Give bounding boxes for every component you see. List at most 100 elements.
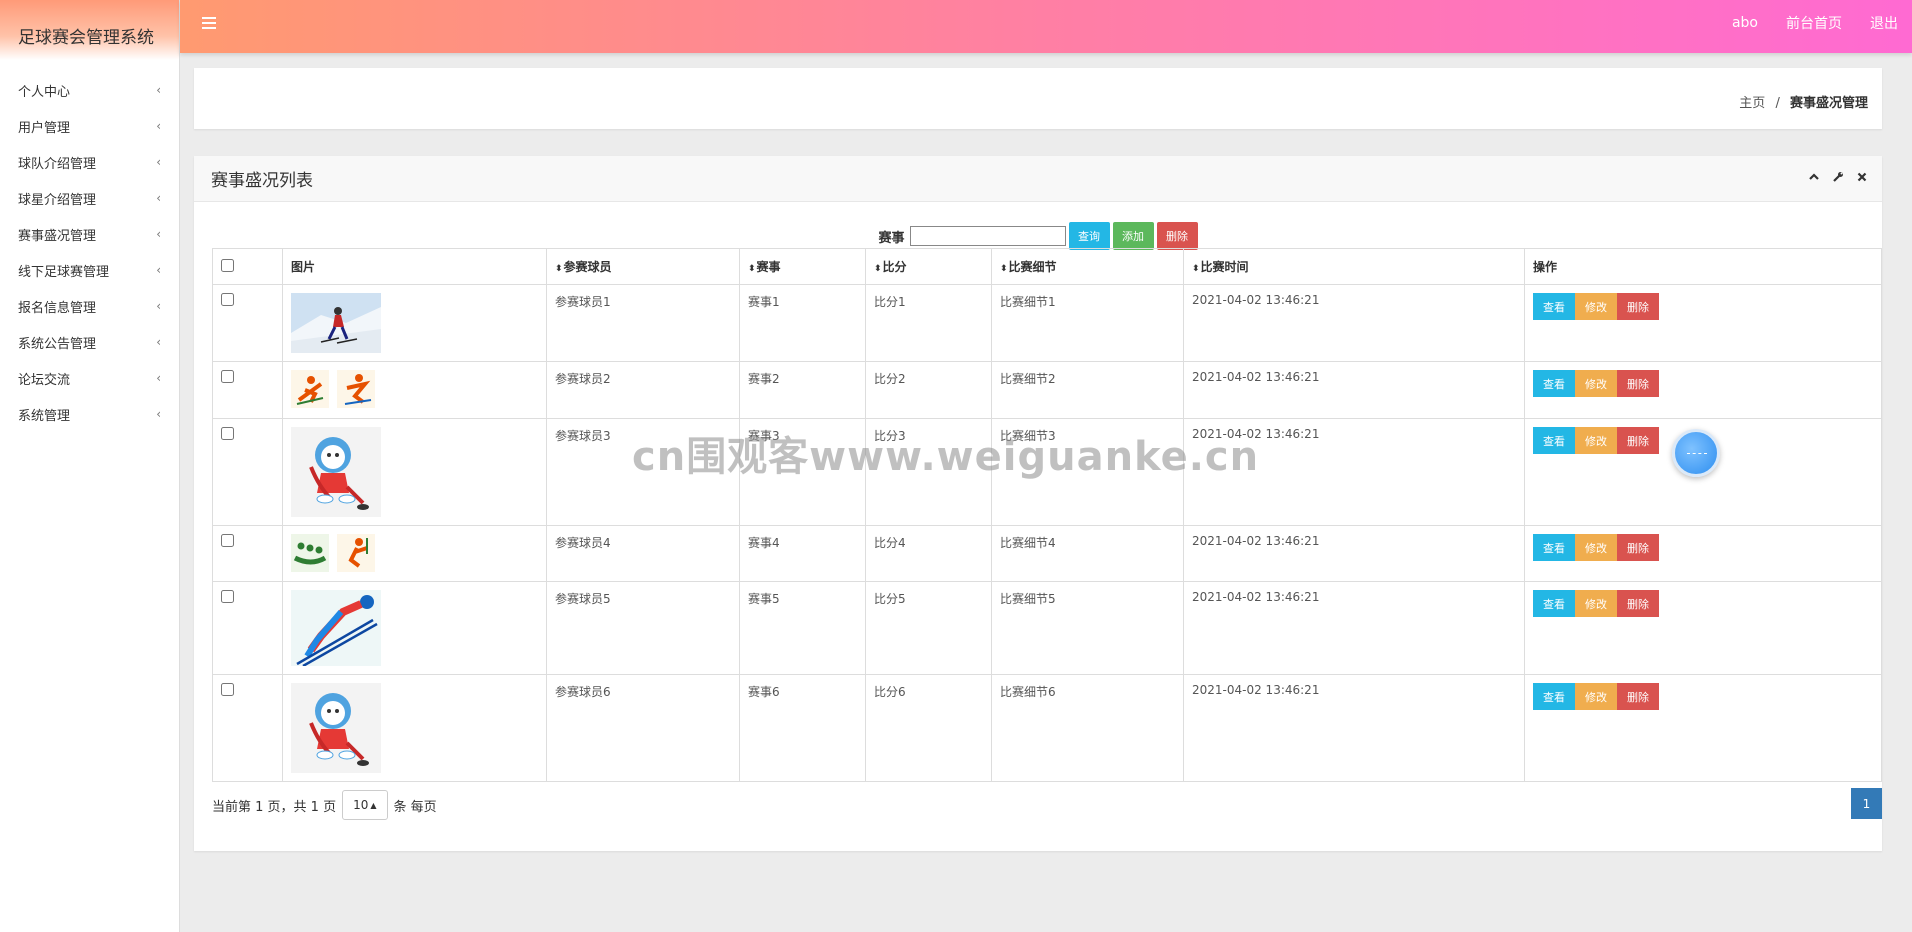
edit-button[interactable]: 修改	[1575, 427, 1617, 454]
chevron-left-icon: ‹	[156, 227, 161, 241]
row-checkbox[interactable]	[221, 683, 234, 696]
sidebar-item-label: 线下足球赛管理	[18, 264, 110, 280]
event-search-input[interactable]	[909, 226, 1066, 246]
chevron-left-icon: ‹	[156, 335, 161, 349]
sidebar-item-star-management[interactable]: 球星介绍管理 ‹	[0, 180, 179, 216]
view-button[interactable]: 查看	[1533, 534, 1575, 561]
player-cell: 参赛球员5	[546, 581, 740, 675]
row-checkbox[interactable]	[221, 534, 234, 547]
detail-cell: 比赛细节6	[991, 674, 1184, 782]
username-link[interactable]: abo	[1732, 15, 1758, 31]
sidebar-item-label: 系统管理	[18, 408, 71, 424]
ski-jump-thumbnail[interactable]	[291, 590, 381, 666]
hamburger-menu-icon[interactable]	[202, 17, 216, 31]
page-button-1[interactable]: 1	[1851, 788, 1882, 819]
chevron-left-icon: ‹	[156, 371, 161, 385]
edit-button[interactable]: 修改	[1575, 590, 1617, 617]
breadcrumb-separator: /	[1775, 96, 1780, 111]
edit-button[interactable]: 修改	[1575, 534, 1617, 561]
delete-button[interactable]: 删除	[1617, 370, 1659, 397]
skier-photo-thumbnail[interactable]	[291, 293, 381, 353]
sidebar-item-label: 赛事盛况管理	[18, 228, 97, 244]
frontend-home-link[interactable]: 前台首页	[1786, 13, 1842, 33]
search-label: 赛事	[878, 230, 905, 246]
edit-button[interactable]: 修改	[1575, 683, 1617, 710]
image-cell	[282, 418, 547, 526]
view-button[interactable]: 查看	[1533, 427, 1575, 454]
header-time[interactable]: ⬍比赛时间	[1183, 248, 1525, 285]
delete-button[interactable]: 删除	[1617, 534, 1659, 561]
close-icon[interactable]	[1856, 171, 1868, 186]
sidebar-item-event-management[interactable]: 赛事盛况管理 ‹	[0, 216, 179, 252]
delete-button[interactable]: 删除	[1617, 683, 1659, 710]
add-button[interactable]: 添加	[1112, 222, 1154, 250]
sidebar-item-announcement[interactable]: 系统公告管理 ‹	[0, 324, 179, 360]
header-detail[interactable]: ⬍比赛细节	[991, 248, 1184, 285]
view-button[interactable]: 查看	[1533, 293, 1575, 320]
select-all-checkbox[interactable]	[221, 258, 234, 272]
breadcrumb-home[interactable]: 主页	[1739, 96, 1765, 111]
search-bar: 赛事 查询 添加 删除	[194, 222, 1882, 250]
floating-assistant-ball[interactable]	[1672, 429, 1720, 477]
row-checkbox[interactable]	[221, 370, 234, 383]
image-cell	[282, 525, 547, 582]
row-checkbox[interactable]	[221, 427, 234, 440]
detail-cell: 比赛细节4	[991, 525, 1184, 582]
view-button[interactable]: 查看	[1533, 683, 1575, 710]
score-cell: 比分3	[865, 418, 992, 526]
view-button[interactable]: 查看	[1533, 370, 1575, 397]
header-score[interactable]: ⬍比分	[865, 248, 992, 285]
header-image: 图片	[282, 248, 547, 285]
edit-button[interactable]: 修改	[1575, 293, 1617, 320]
header-event[interactable]: ⬍赛事	[739, 248, 866, 285]
sidebar-nav: 个人中心 ‹ 用户管理 ‹ 球队介绍管理 ‹ 球星介绍管理 ‹ 赛事盛况管理 ‹ 线下足球…	[0, 60, 179, 432]
breadcrumb: 主页 / 赛事盛况管理	[1739, 92, 1868, 111]
chevron-left-icon: ‹	[156, 407, 161, 421]
event-cell: 赛事6	[739, 674, 866, 782]
page-size-dropdown[interactable]: 10 ▲	[342, 790, 388, 820]
sidebar-item-registration[interactable]: 报名信息管理 ‹	[0, 288, 179, 324]
panel-header: 赛事盛况列表	[194, 156, 1882, 202]
score-cell: 比分5	[865, 581, 992, 675]
event-cell: 赛事2	[739, 361, 866, 419]
sidebar-item-personal-center[interactable]: 个人中心 ‹	[0, 72, 179, 108]
bobsled-pictograms-thumbnail[interactable]	[291, 534, 538, 572]
panel-tools	[1808, 171, 1868, 186]
event-cell: 赛事5	[739, 581, 866, 675]
time-cell: 2021-04-02 13:46:21	[1183, 525, 1525, 582]
table-row: 参赛球员6 赛事6 比分6 比赛细节6 2021-04-02 13:46:21 …	[212, 674, 1882, 782]
hockey-mascot-thumbnail[interactable]	[291, 683, 381, 773]
row-checkbox[interactable]	[221, 293, 234, 306]
chevron-left-icon: ‹	[156, 191, 161, 205]
sidebar-item-label: 个人中心	[18, 84, 71, 100]
chevron-left-icon: ‹	[156, 299, 161, 313]
sidebar-item-forum[interactable]: 论坛交流 ‹	[0, 360, 179, 396]
chevron-left-icon: ‹	[156, 83, 161, 97]
chevron-up-icon[interactable]	[1808, 171, 1820, 186]
time-cell: 2021-04-02 13:46:21	[1183, 418, 1525, 526]
table-row: 参赛球员5 赛事5 比分5 比赛细节5 2021-04-02 13:46:21 …	[212, 581, 1882, 675]
delete-button[interactable]: 删除	[1617, 590, 1659, 617]
edit-button[interactable]: 修改	[1575, 370, 1617, 397]
logout-link[interactable]: 退出	[1870, 13, 1898, 33]
breadcrumb-box: 主页 / 赛事盛况管理	[194, 68, 1882, 129]
wrench-icon[interactable]	[1832, 171, 1844, 186]
delete-button[interactable]: 删除	[1617, 427, 1659, 454]
sidebar-item-label: 系统公告管理	[18, 336, 97, 352]
sidebar-item-offline-match[interactable]: 线下足球赛管理 ‹	[0, 252, 179, 288]
top-links: abo 前台首页 退出	[1732, 0, 1898, 45]
sidebar-item-user-management[interactable]: 用户管理 ‹	[0, 108, 179, 144]
per-page-text: 条 每页	[393, 799, 437, 815]
query-button[interactable]: 查询	[1068, 222, 1110, 250]
caret-up-icon: ▲	[370, 800, 377, 810]
header-player[interactable]: ⬍参赛球员	[546, 248, 740, 285]
view-button[interactable]: 查看	[1533, 590, 1575, 617]
batch-delete-button[interactable]: 删除	[1156, 222, 1198, 250]
page-info-text: 当前第 1 页，共 1 页	[212, 799, 337, 815]
hockey-mascot-thumbnail[interactable]	[291, 427, 381, 517]
sidebar-item-system[interactable]: 系统管理 ‹	[0, 396, 179, 432]
sidebar-item-team-management[interactable]: 球队介绍管理 ‹	[0, 144, 179, 180]
delete-button[interactable]: 删除	[1617, 293, 1659, 320]
pictograms-thumbnail[interactable]	[291, 370, 538, 408]
row-checkbox[interactable]	[221, 590, 234, 603]
